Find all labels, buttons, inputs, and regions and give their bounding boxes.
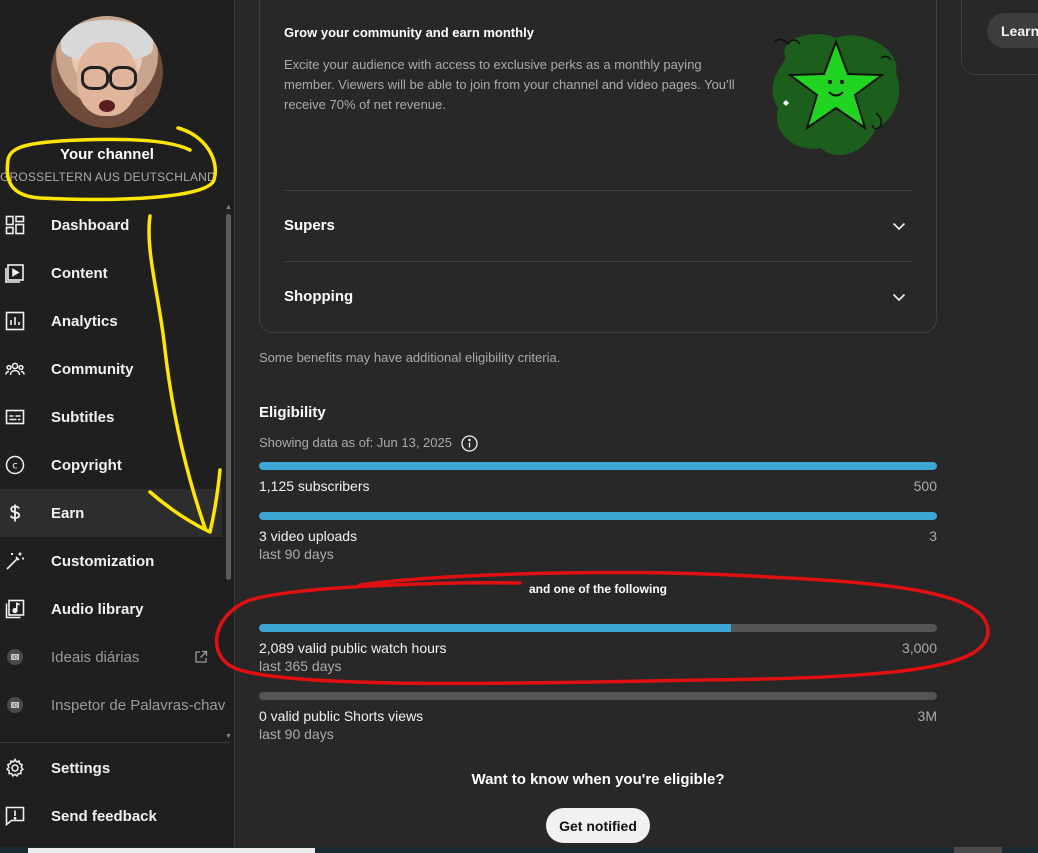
svg-text:IQ: IQ — [12, 703, 17, 709]
sidebar-item-audio-library[interactable]: Audio library — [0, 585, 222, 633]
extension-icon: IQ — [5, 695, 25, 715]
shorts-views-progress-bar — [259, 692, 937, 700]
chevron-down-icon[interactable] — [892, 290, 906, 304]
card-divider — [284, 190, 912, 191]
sidebar-item-community[interactable]: Community — [0, 345, 222, 393]
sidebar-item-content[interactable]: Content — [0, 249, 222, 297]
sidebar-item-label: Settings — [51, 759, 111, 777]
magic-wand-icon — [5, 551, 25, 571]
community-icon — [5, 359, 25, 379]
subscribers-count: 1,125 subscribers — [259, 478, 370, 494]
get-notified-button[interactable]: Get notified — [546, 808, 650, 843]
sidebar-item-copyright[interactable]: c Copyright — [0, 441, 222, 489]
copyright-icon: c — [5, 455, 25, 475]
channel-avatar[interactable] — [51, 16, 163, 128]
watch-hours-target: 3,000 — [901, 640, 937, 656]
subtitles-icon — [5, 407, 25, 427]
content-icon — [5, 263, 25, 283]
eligibility-title: Eligibility — [259, 404, 326, 421]
sidebar-item-label: Earn — [51, 504, 85, 522]
extension-icon: IQ — [5, 647, 25, 667]
svg-text:IQ: IQ — [12, 655, 17, 661]
dashboard-icon — [5, 215, 25, 235]
chevron-down-icon[interactable] — [892, 219, 906, 233]
sidebar-item-label: Audio library — [51, 600, 144, 618]
sidebar-item-earn[interactable]: Earn — [0, 489, 222, 537]
sidebar-scrollbar[interactable] — [226, 214, 231, 580]
scroll-up-arrow-icon[interactable]: ▲ — [225, 204, 232, 211]
sidebar-item-subtitles[interactable]: Subtitles — [0, 393, 222, 441]
sidebar-divider — [0, 742, 230, 743]
sidebar-item-label: Subtitles — [51, 408, 115, 426]
uploads-target: 3 — [929, 528, 937, 544]
star-illustration-icon — [766, 28, 906, 163]
subscribers-target: 500 — [913, 478, 937, 494]
sidebar-item-label: Community — [51, 360, 134, 378]
shorts-views-count: 0 valid public Shorts views — [259, 708, 424, 724]
feedback-icon — [5, 806, 25, 826]
sidebar-item-dashboard[interactable]: Dashboard — [0, 201, 222, 249]
audio-library-icon — [5, 599, 25, 619]
sidebar: Your channel GROSSELTERN AUS DEUTSCHLAND… — [0, 0, 235, 853]
accordion-shopping[interactable]: Shopping — [284, 288, 353, 305]
shorts-views-period: last 90 days — [259, 726, 334, 742]
external-link-icon[interactable] — [194, 650, 208, 664]
analytics-icon — [5, 311, 25, 331]
watch-hours-period: last 365 days — [259, 658, 342, 674]
info-icon[interactable] — [461, 435, 478, 452]
sidebar-item-customization[interactable]: Customization — [0, 537, 222, 585]
uploads-count: 3 video uploads — [259, 528, 358, 544]
sidebar-item-ideais-diarias[interactable]: IQ Ideais diárias — [0, 633, 222, 681]
sidebar-item-label: Copyright — [51, 456, 122, 474]
sidebar-item-send-feedback[interactable]: Send feedback — [0, 792, 222, 840]
sidebar-item-label: Customization — [51, 552, 155, 570]
sidebar-item-label: Ideais diárias — [51, 648, 140, 666]
card-divider — [284, 261, 912, 262]
uploads-period: last 90 days — [259, 546, 334, 562]
learn-more-button[interactable]: Learn more — [987, 13, 1038, 48]
sidebar-item-label: Dashboard — [51, 216, 130, 234]
sidebar-item-settings[interactable]: Settings — [0, 744, 222, 792]
data-as-of: Showing data as of: Jun 13, 2025 — [259, 435, 452, 450]
gear-icon — [5, 758, 25, 778]
eligibility-note: Some benefits may have additional eligib… — [259, 350, 561, 365]
sidebar-item-inspetor-palavras[interactable]: IQ Inspetor de Palavras-chav — [0, 681, 226, 729]
channel-name: GROSSELTERN AUS DEUTSCHLAND — [0, 170, 214, 184]
watch-hours-progress-bar — [259, 624, 937, 632]
one-of-following-label: and one of the following — [529, 582, 667, 596]
dollar-icon — [5, 503, 25, 523]
sidebar-item-label: Send feedback — [51, 807, 157, 825]
want-to-know-title: Want to know when you're eligible? — [471, 771, 725, 788]
svg-text:c: c — [12, 461, 18, 472]
uploads-progress-bar — [259, 512, 937, 520]
sidebar-item-label: Inspetor de Palavras-chav — [51, 696, 226, 714]
watch-hours-count: 2,089 valid public watch hours — [259, 640, 447, 656]
accordion-supers[interactable]: Supers — [284, 217, 335, 234]
subscribers-progress-bar — [259, 462, 937, 470]
sidebar-item-label: Content — [51, 264, 108, 282]
shorts-views-target: 3M — [917, 708, 937, 724]
sidebar-item-label: Analytics — [51, 312, 118, 330]
sidebar-item-analytics[interactable]: Analytics — [0, 297, 222, 345]
channel-title: Your channel — [60, 146, 154, 163]
memberships-description: Excite your audience with access to excl… — [284, 57, 735, 112]
memberships-title: Grow your community and earn monthly — [284, 25, 534, 40]
scroll-down-arrow-icon[interactable]: ▼ — [225, 733, 232, 740]
taskbar-strip — [0, 847, 1038, 853]
